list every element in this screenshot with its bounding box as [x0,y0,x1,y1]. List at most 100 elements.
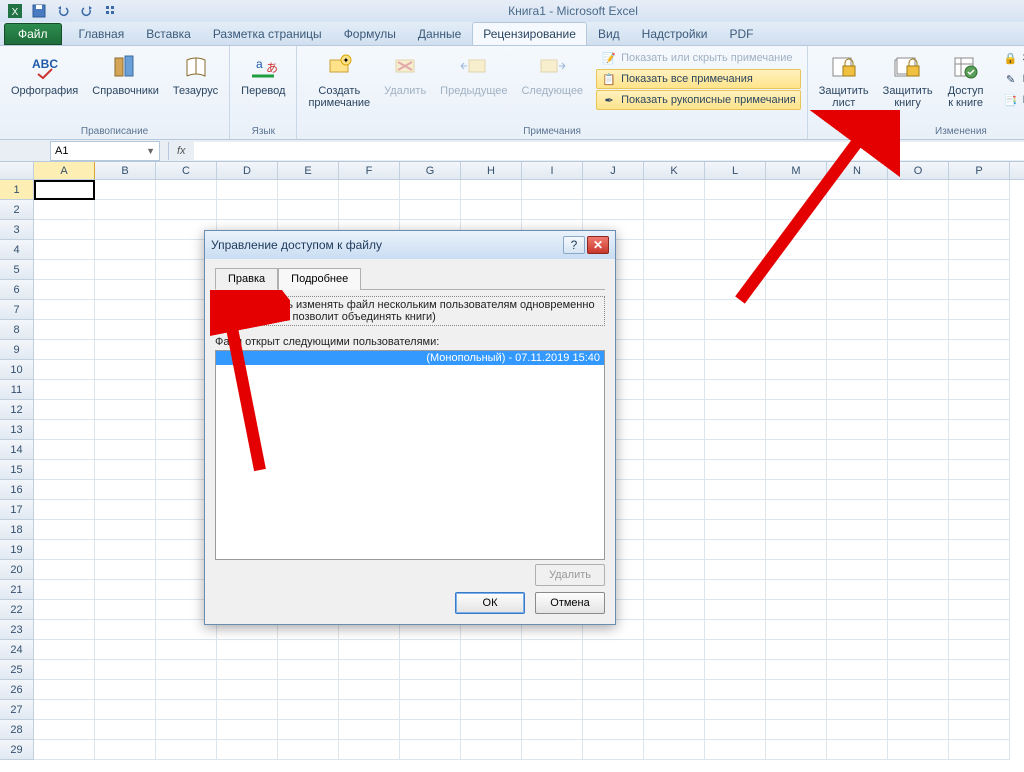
allow-multiuser-checkbox[interactable] [218,300,231,313]
row-header[interactable]: 16 [0,480,34,500]
tab-file[interactable]: Файл [4,23,62,45]
cell[interactable] [949,540,1010,560]
cell[interactable] [644,680,705,700]
cell[interactable] [888,220,949,240]
save-icon[interactable] [28,2,50,20]
undo-icon[interactable] [52,2,74,20]
cell[interactable] [644,180,705,200]
row-header[interactable]: 12 [0,400,34,420]
cell[interactable] [705,340,766,360]
cell[interactable] [644,400,705,420]
cell[interactable] [949,740,1010,760]
tab-formulas[interactable]: Формулы [333,22,407,45]
cell[interactable] [949,640,1010,660]
row-header[interactable]: 6 [0,280,34,300]
cell[interactable] [705,720,766,740]
row-header[interactable]: 21 [0,580,34,600]
cell[interactable] [705,560,766,580]
cell[interactable] [522,700,583,720]
cell[interactable] [705,740,766,760]
protect-sheet-button[interactable]: Защитить лист [814,48,874,112]
cell[interactable] [583,660,644,680]
row-header[interactable]: 27 [0,700,34,720]
cell[interactable] [766,240,827,260]
cell[interactable] [888,420,949,440]
show-ink-button[interactable]: ✒Показать рукописные примечания [596,90,801,110]
cell[interactable] [644,420,705,440]
row-header[interactable]: 13 [0,420,34,440]
cell[interactable] [644,520,705,540]
cell[interactable] [949,660,1010,680]
cell[interactable] [217,200,278,220]
cell[interactable] [705,580,766,600]
column-header[interactable]: O [888,162,949,179]
cell[interactable] [34,520,95,540]
cell[interactable] [827,580,888,600]
cell[interactable] [827,700,888,720]
cell[interactable] [888,720,949,740]
row-header[interactable]: 24 [0,640,34,660]
cell[interactable] [34,460,95,480]
cell[interactable] [400,660,461,680]
cell[interactable] [888,620,949,640]
cell[interactable] [95,700,156,720]
cell[interactable] [644,660,705,680]
cell[interactable] [34,480,95,500]
row-header[interactable]: 17 [0,500,34,520]
cell[interactable] [766,660,827,680]
cell[interactable] [644,600,705,620]
cell[interactable] [888,580,949,600]
cell[interactable] [827,620,888,640]
cell[interactable] [400,640,461,660]
cell[interactable] [34,680,95,700]
cell[interactable] [766,440,827,460]
cell[interactable] [644,480,705,500]
column-header[interactable]: P [949,162,1010,179]
cell[interactable] [766,400,827,420]
cell[interactable] [766,680,827,700]
cell[interactable] [766,600,827,620]
protect-workbook-button[interactable]: Защитить книгу [878,48,938,112]
cell[interactable] [888,340,949,360]
cell[interactable] [522,180,583,200]
chevron-down-icon[interactable]: ▼ [146,146,155,156]
cell[interactable] [95,540,156,560]
cell[interactable] [827,220,888,240]
show-all-comments-button[interactable]: 📋Показать все примечания [596,69,801,89]
cell[interactable] [461,740,522,760]
cell[interactable] [766,320,827,340]
cell[interactable] [95,280,156,300]
cell[interactable] [766,360,827,380]
cell[interactable] [644,280,705,300]
fx-label[interactable]: fx [169,145,194,157]
cell[interactable] [705,520,766,540]
cell[interactable] [400,720,461,740]
cell[interactable] [888,300,949,320]
cell[interactable] [705,600,766,620]
cell[interactable] [34,260,95,280]
cell[interactable] [766,200,827,220]
cell[interactable] [278,700,339,720]
cell[interactable] [34,640,95,660]
cell[interactable] [888,680,949,700]
cell[interactable] [949,320,1010,340]
cell[interactable] [888,740,949,760]
cell[interactable] [583,640,644,660]
cell[interactable] [827,660,888,680]
share-workbook-button[interactable]: Доступ к книге [942,48,990,112]
cell[interactable] [644,540,705,560]
cell[interactable] [400,700,461,720]
show-hide-comment-button[interactable]: 📝Показать или скрыть примечание [596,48,801,68]
cell[interactable] [705,480,766,500]
cell[interactable] [705,240,766,260]
cell[interactable] [827,200,888,220]
cell[interactable] [34,380,95,400]
cell[interactable] [766,620,827,640]
translate-button[interactable]: aあПеревод [236,48,290,100]
cell[interactable] [888,180,949,200]
select-all-corner[interactable] [0,162,34,179]
cell[interactable] [949,560,1010,580]
spelling-button[interactable]: ABCОрфография [6,48,83,100]
cell[interactable] [644,240,705,260]
cell[interactable] [95,640,156,660]
